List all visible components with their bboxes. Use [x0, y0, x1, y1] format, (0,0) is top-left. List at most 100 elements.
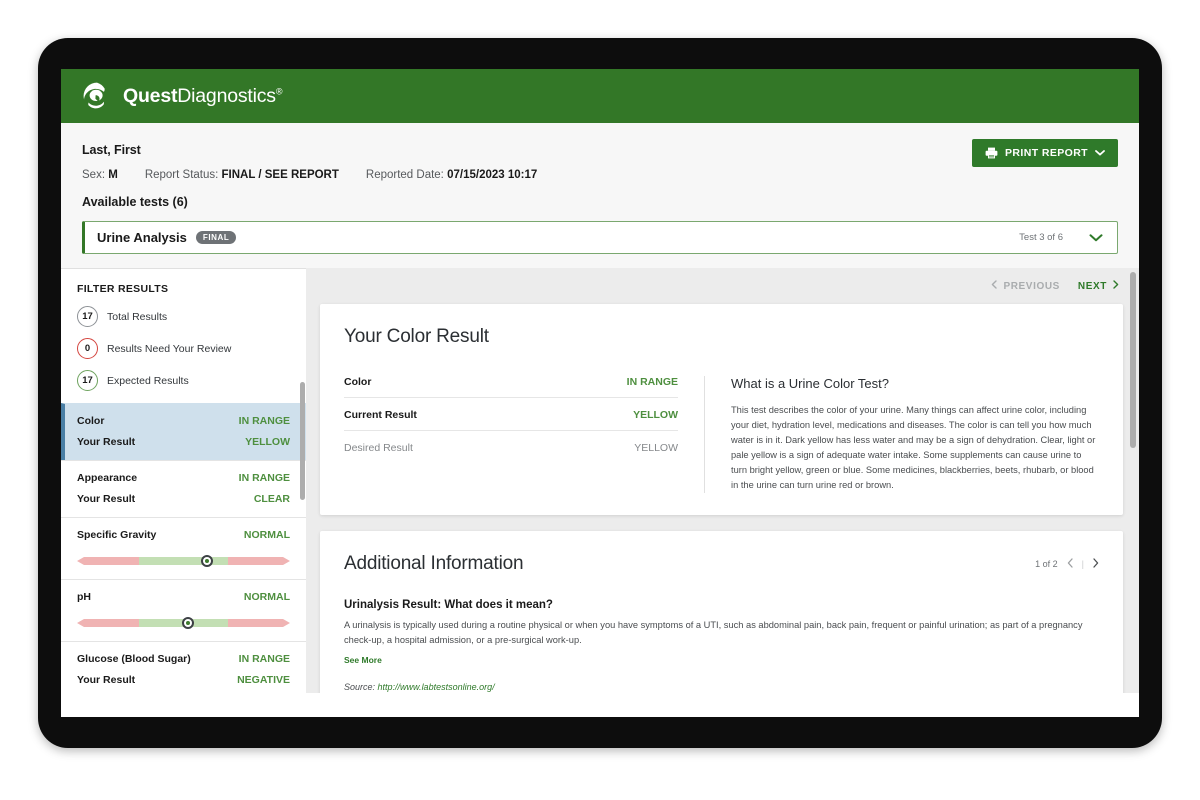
- additional-information-card: Additional Information 1 of 2 | Urinalys…: [320, 531, 1123, 693]
- range-gauge-specific-gravity: [77, 555, 290, 567]
- see-more-link[interactable]: See More: [344, 655, 382, 665]
- result-header-line: pH NORMAL: [77, 591, 290, 603]
- filter-row-needs-review[interactable]: 0 Results Need Your Review: [77, 338, 290, 359]
- color-result-card: Your Color Result Color IN RANGE Current…: [320, 304, 1123, 516]
- sidebar-result-glucose[interactable]: Glucose (Blood Sugar) IN RANGE Your Resu…: [61, 641, 306, 693]
- chevron-right-icon: [1113, 280, 1119, 292]
- source-label: Source:: [344, 682, 376, 693]
- sidebar-result-appearance[interactable]: Appearance IN RANGE Your Result CLEAR: [61, 460, 306, 517]
- chevron-down-icon: [1095, 150, 1105, 156]
- additional-info-body: A urinalysis is typically used during a …: [344, 620, 1083, 645]
- result-sub-value: NEGATIVE: [237, 674, 290, 686]
- result-sub-line: Your Result YELLOW: [77, 436, 290, 448]
- color-result-table: Color IN RANGE Current Result YELLOW Des…: [344, 376, 704, 493]
- main-panel-scrollbar[interactable]: [1130, 272, 1136, 448]
- source-line: Source: http://www.labtestsonline.org/: [344, 682, 1099, 692]
- screen-viewport: QuestDiagnostics® Last, First Sex: M Rep…: [61, 69, 1139, 717]
- source-url-link[interactable]: http://www.labtestsonline.org/: [378, 682, 495, 692]
- result-name: Glucose (Blood Sugar): [77, 653, 191, 665]
- result-status: IN RANGE: [238, 653, 290, 665]
- result-status: NORMAL: [243, 529, 290, 541]
- result-header-line: Color IN RANGE: [77, 415, 290, 427]
- filter-count-badge: 17: [77, 370, 98, 391]
- report-status-label: Report Status:: [144, 169, 219, 181]
- next-result-link[interactable]: NEXT: [1078, 280, 1119, 292]
- result-status: IN RANGE: [238, 415, 290, 427]
- row-label: Current Result: [344, 409, 417, 421]
- sidebar-scroll-region: FILTER RESULTS 17 Total Results 0 Result…: [61, 269, 306, 693]
- color-card-body: Color IN RANGE Current Result YELLOW Des…: [344, 376, 1099, 494]
- reported-date-value: 07/15/2023 10:17: [447, 169, 538, 181]
- chevron-down-icon[interactable]: [1089, 229, 1103, 247]
- result-sub-label: Your Result: [77, 436, 136, 448]
- printer-icon: [985, 147, 998, 159]
- chevron-left-icon: [991, 280, 998, 292]
- table-row: Current Result YELLOW: [344, 409, 678, 431]
- row-value: IN RANGE: [626, 376, 678, 388]
- test-accordion-wrapper: Urine Analysis FINAL Test 3 of 6: [61, 209, 1139, 268]
- chevron-right-icon[interactable]: [1093, 558, 1099, 571]
- result-sub-label: Your Result: [77, 493, 136, 505]
- additional-info-subtitle: Urinalysis Result: What does it mean?: [344, 599, 553, 612]
- chevron-left-icon[interactable]: [1067, 558, 1073, 571]
- report-status-field: Report Status: FINAL / SEE REPORT: [145, 169, 339, 181]
- patient-info-bar: Last, First Sex: M Report Status: FINAL …: [61, 123, 1139, 209]
- result-name: pH: [77, 591, 91, 603]
- brand-wordmark: QuestDiagnostics®: [123, 84, 283, 108]
- result-header-line: Appearance IN RANGE: [77, 472, 290, 484]
- result-pager-bar: PREVIOUS NEXT: [320, 268, 1123, 304]
- test-accordion-urine-analysis[interactable]: Urine Analysis FINAL Test 3 of 6: [82, 221, 1118, 254]
- report-status-value: FINAL / SEE REPORT: [221, 169, 339, 181]
- page-indicator: 1 of 2: [1035, 559, 1058, 570]
- sex-value: M: [108, 169, 118, 181]
- patient-name: Last, First: [82, 143, 141, 157]
- brand-name-light: Diagnostics: [177, 84, 276, 107]
- sidebar-scrollbar[interactable]: [300, 382, 305, 500]
- filter-row-total-results[interactable]: 17 Total Results: [77, 306, 290, 327]
- previous-result-link[interactable]: PREVIOUS: [991, 280, 1059, 292]
- filter-count-badge: 17: [77, 306, 98, 327]
- result-status: IN RANGE: [238, 472, 290, 484]
- range-gauge-ph: [77, 617, 290, 629]
- result-sub-label: Your Result: [77, 674, 136, 686]
- table-row: Desired Result YELLOW: [344, 442, 678, 454]
- result-sub-value: CLEAR: [253, 493, 290, 505]
- results-sidebar: FILTER RESULTS 17 Total Results 0 Result…: [61, 268, 306, 693]
- sidebar-result-specific-gravity[interactable]: Specific Gravity NORMAL: [61, 517, 306, 579]
- result-header-line: Specific Gravity NORMAL: [77, 529, 290, 541]
- result-header-line: Glucose (Blood Sugar) IN RANGE: [77, 653, 290, 665]
- reported-date-field: Reported Date: 07/15/2023 10:17: [366, 169, 537, 181]
- gauge-handle[interactable]: [200, 555, 213, 567]
- row-label: Desired Result: [344, 442, 413, 454]
- pager-divider: |: [1081, 559, 1084, 570]
- section-title: Additional Information: [344, 553, 524, 575]
- print-report-button[interactable]: PRINT REPORT: [972, 139, 1118, 167]
- result-name: Color: [77, 415, 105, 427]
- test-counter: Test 3 of 6: [1019, 232, 1063, 243]
- additional-info-header: Additional Information 1 of 2 |: [344, 553, 1099, 575]
- page-title: Your Color Result: [344, 326, 489, 347]
- filter-label: Results Need Your Review: [107, 342, 232, 355]
- result-sub-line: Your Result NEGATIVE: [77, 674, 290, 686]
- available-tests-heading: Available tests (6): [82, 195, 188, 209]
- patient-metadata-row: Sex: M Report Status: FINAL / SEE REPORT…: [82, 169, 1118, 181]
- filter-label: Total Results: [107, 310, 168, 323]
- brand-header: QuestDiagnostics®: [61, 69, 1139, 123]
- explainer-title: What is a Urine Color Test?: [731, 376, 889, 391]
- sex-label: Sex:: [82, 169, 106, 181]
- status-badge: FINAL: [195, 230, 237, 245]
- filter-row-expected-results[interactable]: 17 Expected Results: [77, 370, 290, 391]
- filter-label: Expected Results: [107, 374, 189, 387]
- main-content-panel: PREVIOUS NEXT Your Color Result Color IN…: [306, 268, 1139, 693]
- next-label: NEXT: [1077, 280, 1107, 292]
- sidebar-result-color[interactable]: Color IN RANGE Your Result YELLOW: [61, 403, 306, 460]
- result-sub-value: YELLOW: [245, 436, 290, 448]
- table-row: Color IN RANGE: [344, 376, 678, 398]
- sidebar-result-ph[interactable]: pH NORMAL: [61, 579, 306, 641]
- row-value: YELLOW: [633, 409, 678, 421]
- color-test-explainer: What is a Urine Color Test? This test de…: [704, 376, 1099, 494]
- result-sub-line: Your Result CLEAR: [77, 493, 290, 505]
- gauge-handle[interactable]: [181, 617, 194, 629]
- previous-label: PREVIOUS: [1003, 280, 1060, 292]
- filter-results-title: FILTER RESULTS: [77, 283, 169, 295]
